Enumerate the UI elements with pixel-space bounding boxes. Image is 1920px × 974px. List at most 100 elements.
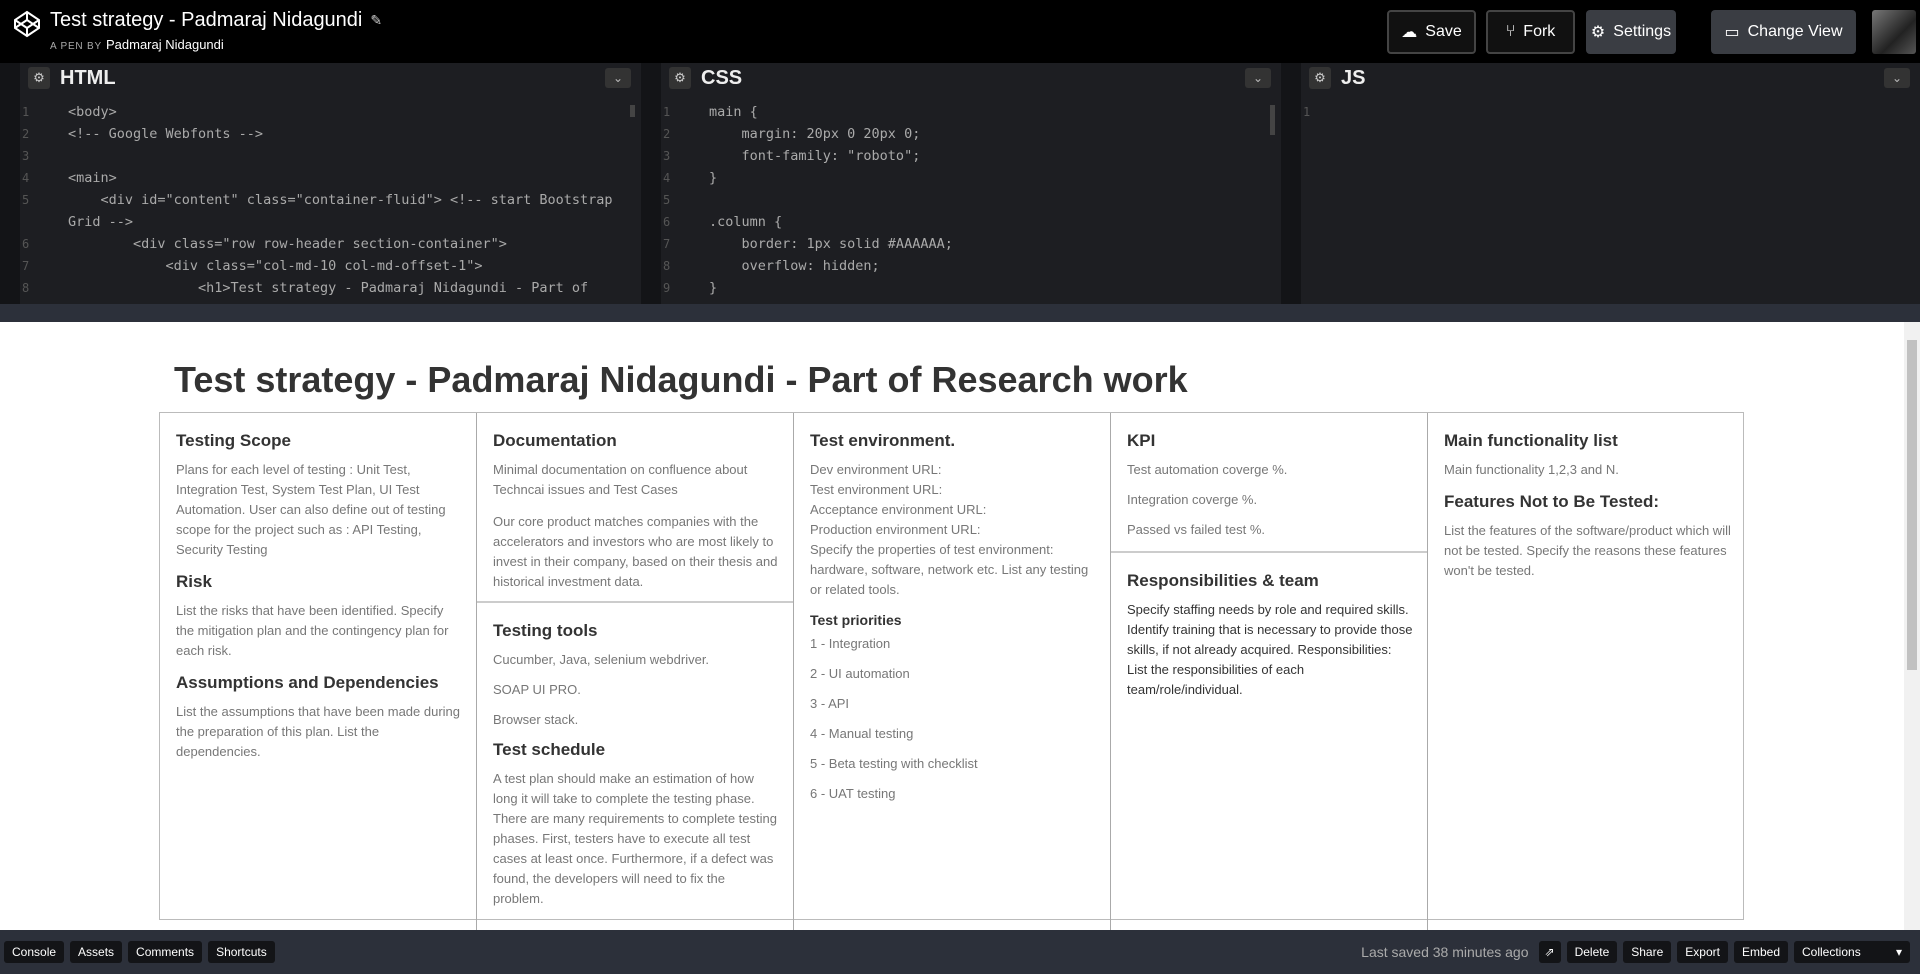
page-title: Test strategy - Padmaraj Nidagundi - Par… [174,359,1188,400]
code-text[interactable]: margin: 20px 0 20px 0; [709,123,921,145]
html-code-area[interactable]: 1 <body> 2 <!-- Google Webfonts --> 3 4 <main>… [20,101,641,304]
code-line[interactable]: 1 [1301,101,1920,123]
js-editor[interactable]: ⚙ JS ⌄ 1 [1281,63,1920,304]
code-line[interactable]: 6 .column { [661,211,1281,233]
code-text[interactable]: border: 1px solid #AAAAAA; [709,233,953,255]
code-line[interactable]: 7 <div class="col-md-10 col-md-offset-1"… [20,255,641,277]
testing-tools-heading: Testing tools [493,621,598,640]
open-external-icon[interactable]: ⇗ [1538,941,1561,963]
code-line[interactable]: 4 <main> [20,167,641,189]
testing-scope-section: Testing Scope Plans for each level of te… [160,413,476,762]
priority-item: 1 - Integration [810,636,891,651]
pen-title[interactable]: Test strategy - Padmaraj Nidagundi ✎ [50,9,382,32]
code-line[interactable]: Grid --> [20,211,641,233]
css-code-area[interactable]: 1 main {2 margin: 20px 0 20px 0; 3 font-fa… [661,101,1281,304]
line-number: 1 [663,105,671,119]
code-line[interactable]: 3 [20,145,641,167]
pencil-icon[interactable]: ✎ [370,12,382,29]
code-text[interactable]: main { [709,101,758,123]
code-line[interactable]: 5 <div id="content" class="container-flu… [20,189,641,211]
collections-dropdown[interactable]: Collections ▾ [1794,941,1910,963]
assumptions-heading: Assumptions and Dependencies [176,673,439,692]
footer-bar: Console Assets Comments Shortcuts Last save… [0,930,1920,974]
code-text[interactable]: <div id="content" class="container-fluid… [68,189,613,211]
risk-heading: Risk [176,572,212,591]
fork-button[interactable]: ⑂ Fork [1486,10,1575,54]
preview-scrollbar[interactable] [1904,322,1920,930]
html-settings-gear-icon[interactable]: ⚙ [28,67,50,89]
codepen-logo-icon[interactable] [12,9,42,39]
preview-scrollbar-thumb[interactable] [1907,340,1917,670]
code-line[interactable]: 2 margin: 20px 0 20px 0; [661,123,1281,145]
env-item: Acceptance environment URL: [810,502,987,517]
code-line[interactable]: 4} [661,167,1281,189]
code-line[interactable]: 6 <div class="row row-header section-con… [20,233,641,255]
html-editor[interactable]: ⚙ HTML ⌄ 1 <body> 2 <!-- Google Webfonts --… [0,63,641,304]
delete-button[interactable]: Delete [1566,941,1618,963]
assets-button[interactable]: Assets [70,941,123,963]
resize-divider[interactable] [0,304,1920,322]
code-line[interactable]: 3 font-family: "roboto"; [661,145,1281,167]
code-line[interactable]: 1 main { [661,101,1281,123]
settings-button[interactable]: ⚙ Settings [1586,10,1676,54]
code-text[interactable]: overflow: hidden; [709,255,880,277]
code-text[interactable]: font-family: "roboto"; [709,145,921,167]
js-collapse-chevron-icon[interactable]: ⌄ [1884,68,1910,88]
code-text[interactable]: Grid --> [68,211,133,233]
code-text[interactable]: <h1>Test strategy - Padmaraj Nidagundi -… [68,277,588,299]
kpi-item: Test automation coverge %. [1127,462,1288,477]
css-settings-gear-icon[interactable]: ⚙ [669,67,691,89]
code-line[interactable]: 7 border: 1px solid #AAAAAA; [661,233,1281,255]
shortcuts-button[interactable]: Shortcuts [208,941,275,963]
avatar[interactable] [1872,10,1916,54]
comments-button[interactable]: Comments [128,941,203,963]
env-description: Specify the properties of test environme… [810,542,1089,597]
export-button[interactable]: Export [1677,941,1728,963]
console-button[interactable]: Console [4,941,65,963]
css-collapse-chevron-icon[interactable]: ⌄ [1245,68,1271,88]
code-line[interactable]: 1 <body> [20,101,641,123]
line-number: 7 [663,237,671,251]
css-scrollbar[interactable] [1270,105,1275,135]
documentation-text-1: Minimal documentation on confluence abou… [493,462,748,497]
pen-title-text[interactable]: Test strategy - Padmaraj Nidagundi [50,9,362,32]
kpi-heading: KPI [1127,431,1156,450]
env-item: Test environment URL: [810,482,943,497]
code-text[interactable]: } [709,277,717,299]
code-text[interactable]: <body> [68,101,117,123]
change-view-button[interactable]: ▭ Change View [1711,10,1856,54]
share-button[interactable]: Share [1623,941,1672,963]
html-collapse-chevron-icon[interactable]: ⌄ [605,68,631,88]
env-item: Production environment URL: [810,522,981,537]
last-saved-status: Last saved 38 minutes ago [1361,944,1529,960]
line-number: 5 [22,193,30,207]
code-text[interactable]: } [709,167,717,189]
author-link[interactable]: Padmaraj Nidagundi [106,37,224,52]
line-number: 3 [663,149,671,163]
code-text[interactable]: <!-- Google Webfonts --> [68,123,263,145]
code-line[interactable]: 2 <!-- Google Webfonts --> [20,123,641,145]
line-number: 6 [663,215,671,229]
code-text[interactable]: <div class="col-md-10 col-md-offset-1"> [68,255,483,277]
css-editor[interactable]: ⚙ CSS ⌄ 1 main {2 margin: 20px 0 20px 0; 3… [641,63,1281,304]
code-line[interactable]: 8 <h1>Test strategy - Padmaraj Nidagundi… [20,277,641,299]
code-text[interactable]: <main> [68,167,117,189]
save-button[interactable]: ☁ Save [1387,10,1476,54]
line-number: 2 [22,127,30,141]
code-line[interactable]: 9} [661,277,1281,299]
pen-by-label: A PEN BY [50,41,102,52]
code-line[interactable]: 5 [661,189,1281,211]
js-code-area[interactable]: 1 [1301,101,1920,304]
code-text[interactable]: <div class="row row-header section-conta… [68,233,507,255]
priority-item: 5 - Beta testing with checklist [810,756,978,771]
test-environment-heading: Test environment. [810,431,956,450]
test-schedule-heading: Test schedule [493,740,606,759]
js-settings-gear-icon[interactable]: ⚙ [1309,67,1331,89]
documentation-text-2: Our core product matches companies with … [493,514,778,589]
tool-item: SOAP UI PRO. [493,682,581,697]
code-text[interactable]: .column { [709,211,782,233]
html-scrollbar[interactable] [630,105,635,117]
code-line[interactable]: 8 overflow: hidden; [661,255,1281,277]
css-editor-header: ⚙ CSS ⌄ [661,63,1281,93]
embed-button[interactable]: Embed [1733,941,1788,963]
